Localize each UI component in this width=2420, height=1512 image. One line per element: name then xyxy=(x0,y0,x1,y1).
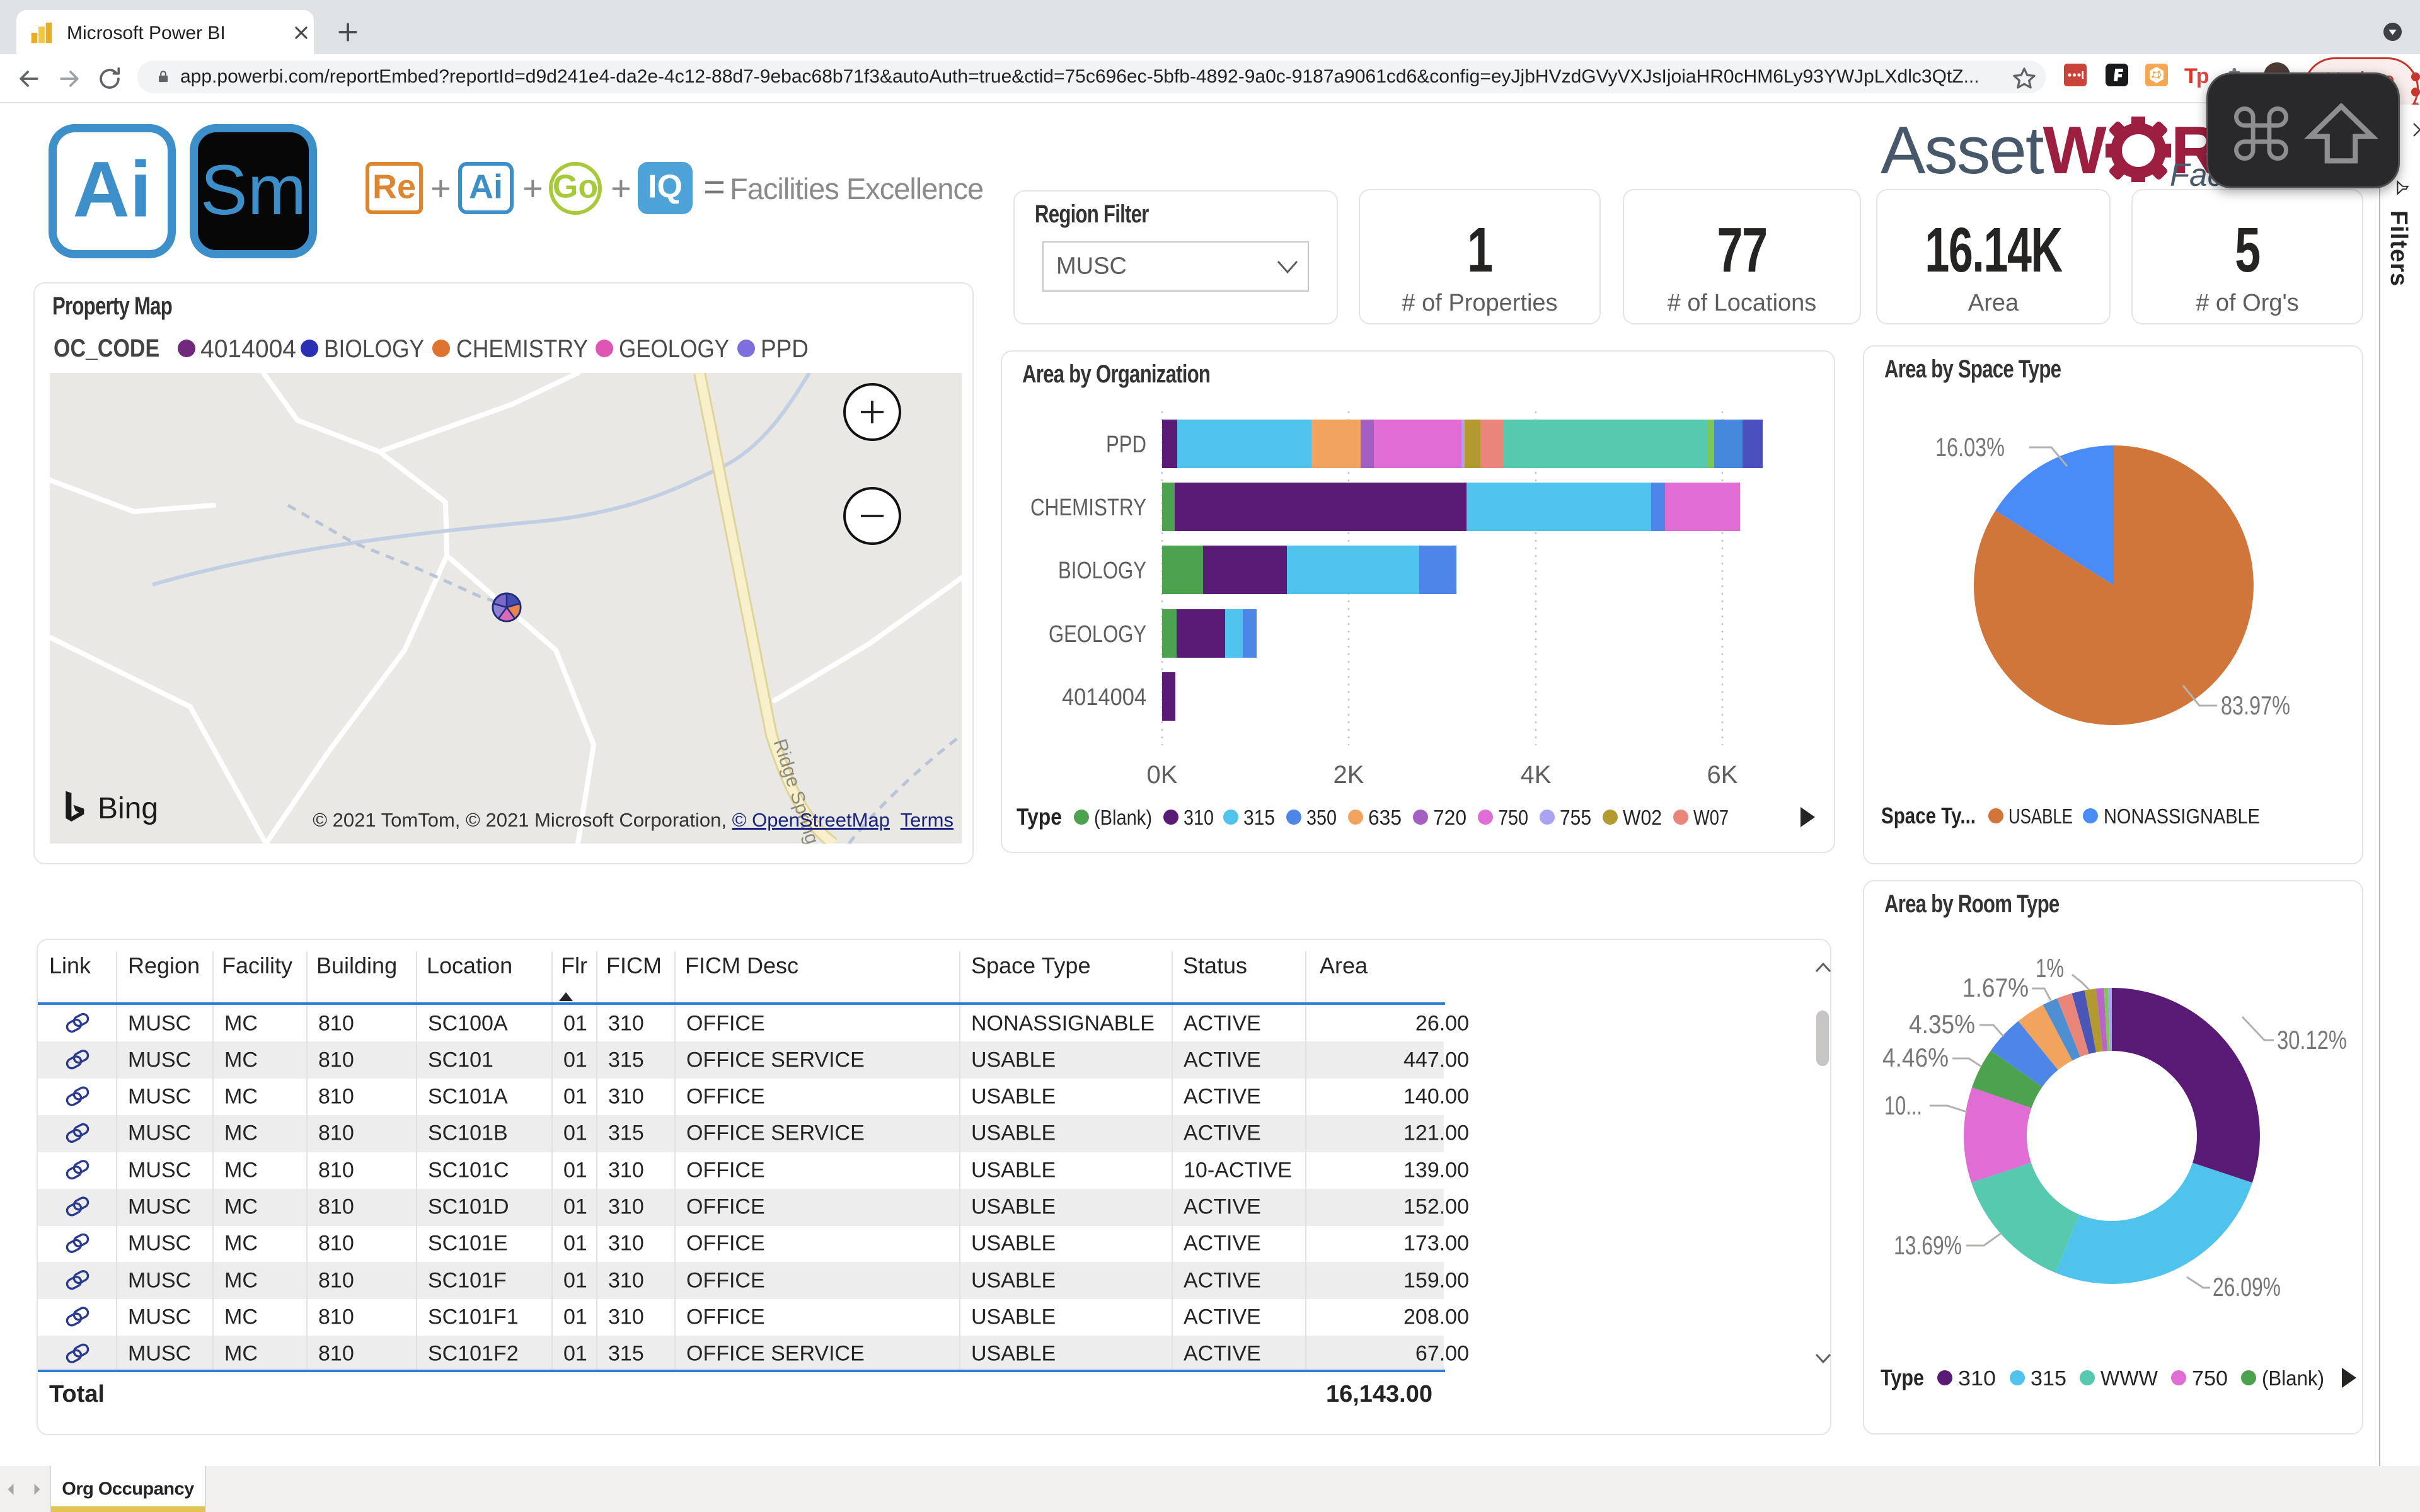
svg-text:BIOLOGY: BIOLOGY xyxy=(324,335,424,363)
svg-text:755: 755 xyxy=(1560,806,1591,829)
svg-text:750: 750 xyxy=(2192,1366,2228,1390)
svg-text:4014004: 4014004 xyxy=(200,335,296,363)
svg-text:PPD: PPD xyxy=(1106,432,1146,458)
svg-text:Type: Type xyxy=(1017,804,1062,830)
svg-text:310: 310 xyxy=(1958,1366,1996,1390)
svg-text:315: 315 xyxy=(1243,806,1275,829)
svg-text:CHEMISTRY: CHEMISTRY xyxy=(456,335,588,363)
svg-text:W02: W02 xyxy=(1623,806,1662,829)
svg-text:1.67%: 1.67% xyxy=(1962,973,2029,1002)
svg-text:NONASSIGNABLE: NONASSIGNABLE xyxy=(2104,805,2260,828)
svg-text:Type: Type xyxy=(1881,1365,1924,1390)
svg-text:635: 635 xyxy=(1368,806,1402,829)
svg-text:Space Ty...: Space Ty... xyxy=(1881,803,1976,828)
svg-text:4014004: 4014004 xyxy=(1062,684,1146,711)
svg-text:83.97%: 83.97% xyxy=(2221,690,2290,720)
svg-text:GEOLOGY: GEOLOGY xyxy=(1049,621,1146,648)
svg-text:310: 310 xyxy=(1184,806,1214,829)
svg-text:2K: 2K xyxy=(1334,761,1364,789)
svg-text:26.09%: 26.09% xyxy=(2213,1272,2281,1302)
svg-text:WWW: WWW xyxy=(2100,1366,2158,1390)
svg-text:USABLE: USABLE xyxy=(2008,805,2073,828)
svg-text:(Blank): (Blank) xyxy=(2262,1366,2324,1390)
svg-text:10...: 10... xyxy=(1884,1091,1922,1120)
svg-text:4K: 4K xyxy=(1521,761,1552,789)
svg-text:(Blank): (Blank) xyxy=(1094,806,1152,829)
svg-text:720: 720 xyxy=(1433,806,1466,829)
svg-text:13.69%: 13.69% xyxy=(1894,1230,1962,1260)
svg-text:4.46%: 4.46% xyxy=(1882,1043,1949,1072)
svg-text:4.35%: 4.35% xyxy=(1909,1009,1975,1039)
svg-text:0K: 0K xyxy=(1147,761,1178,789)
svg-text:16.03%: 16.03% xyxy=(1935,432,2005,462)
svg-text:6K: 6K xyxy=(1707,761,1738,789)
svg-text:PPD: PPD xyxy=(761,335,809,363)
svg-text:315: 315 xyxy=(2031,1366,2066,1390)
svg-text:30.12%: 30.12% xyxy=(2277,1025,2347,1055)
svg-text:W07: W07 xyxy=(1693,806,1729,829)
svg-text:750: 750 xyxy=(1498,806,1528,829)
svg-text:BIOLOGY: BIOLOGY xyxy=(1058,558,1146,584)
svg-text:1%: 1% xyxy=(2036,953,2064,983)
svg-text:GEOLOGY: GEOLOGY xyxy=(619,335,729,363)
svg-text:CHEMISTRY: CHEMISTRY xyxy=(1030,495,1146,521)
svg-text:350: 350 xyxy=(1306,806,1337,829)
